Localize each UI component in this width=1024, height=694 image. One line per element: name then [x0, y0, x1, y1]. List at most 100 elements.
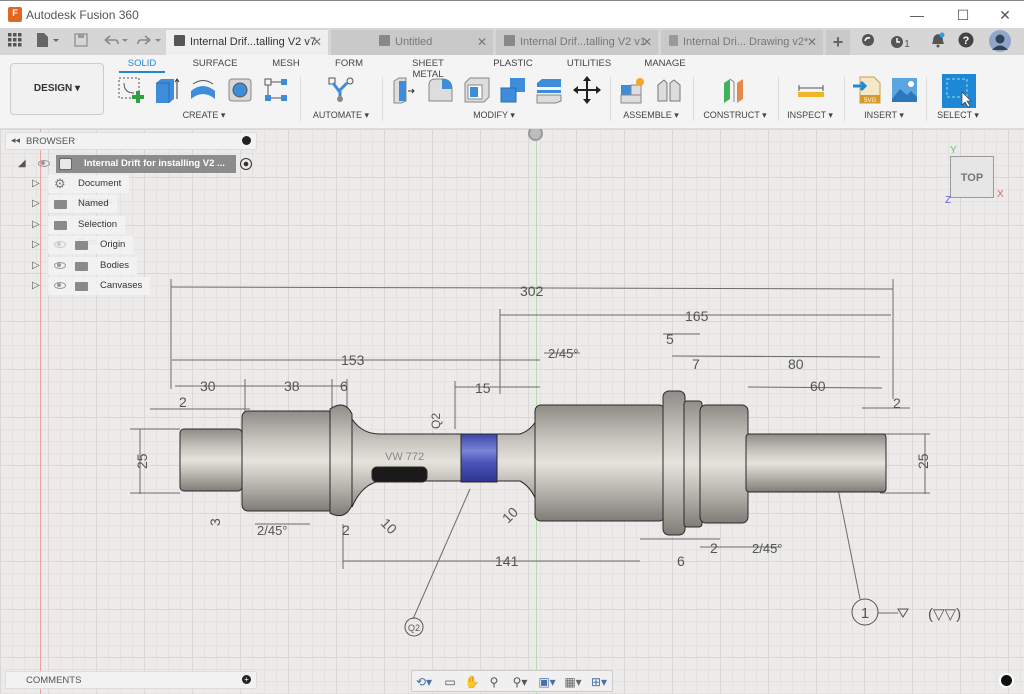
- expand-icon[interactable]: ▷: [32, 175, 40, 193]
- navigation-bar: ⟲▾ ▭ ✋ ⚲ ⚲▾ ▣▾ ▦▾ ⊞▾: [411, 670, 613, 692]
- app-title: Autodesk Fusion 360: [26, 8, 139, 22]
- visibility-eye-icon[interactable]: [38, 160, 50, 167]
- shaft-left-bearing: [241, 410, 335, 512]
- look-at-icon[interactable]: ▭: [440, 674, 460, 690]
- comments-panel[interactable]: COMMENTS +: [5, 671, 257, 689]
- tab-label: Untitled: [395, 36, 433, 48]
- select-menu[interactable]: SELECT ▾: [930, 110, 986, 121]
- viewcube[interactable]: TOP: [950, 156, 994, 198]
- inspect-menu[interactable]: INSPECT ▾: [784, 110, 836, 121]
- split-body-icon[interactable]: [534, 75, 564, 105]
- new-tab-button[interactable]: +: [826, 30, 850, 55]
- revolve-icon[interactable]: [188, 75, 218, 105]
- browser-panel-header[interactable]: ◂◂ BROWSER: [5, 132, 257, 150]
- document-tab[interactable]: Internal Dri... Drawing v2* ✕: [661, 30, 823, 55]
- close-tab-icon[interactable]: ✕: [477, 30, 487, 55]
- pan-icon[interactable]: ✋: [462, 674, 482, 690]
- component-icon: [379, 35, 390, 46]
- tab-utilities[interactable]: UTILITIES: [564, 58, 614, 69]
- grid-settings-icon[interactable]: ▦▾: [560, 674, 586, 690]
- fillet-icon[interactable]: [426, 75, 456, 105]
- document-tab-active[interactable]: Internal Drif...talling V2 v7 ✕: [166, 30, 328, 55]
- help-icon[interactable]: ?: [956, 32, 976, 52]
- visibility-eye-icon[interactable]: [54, 262, 66, 269]
- construct-menu[interactable]: CONSTRUCT ▾: [698, 110, 772, 121]
- insert-svg-icon[interactable]: SVG: [852, 75, 882, 105]
- tab-mesh[interactable]: MESH: [268, 58, 304, 69]
- expand-root-icon[interactable]: ◢: [18, 155, 26, 173]
- assemble-menu[interactable]: ASSEMBLE ▾: [616, 110, 686, 121]
- apps-grid-icon[interactable]: [6, 32, 24, 52]
- combine-icon[interactable]: [498, 75, 528, 105]
- new-component-icon[interactable]: [618, 75, 648, 105]
- data-panel-refresh-icon[interactable]: [858, 32, 878, 52]
- user-avatar[interactable]: [988, 30, 1012, 52]
- shell-icon[interactable]: [462, 75, 492, 105]
- tab-plastic[interactable]: PLASTIC: [490, 58, 536, 69]
- save-icon[interactable]: [72, 32, 90, 52]
- leader-q2: [412, 488, 471, 620]
- activate-component-icon[interactable]: [240, 158, 252, 170]
- fit-icon[interactable]: ⚲▾: [506, 674, 534, 690]
- joint-icon[interactable]: [654, 75, 684, 105]
- create-sketch-icon[interactable]: [116, 75, 146, 105]
- close-tab-icon[interactable]: ✕: [642, 30, 652, 55]
- folder-icon: [75, 282, 88, 291]
- job-status-icon[interactable]: 1: [886, 32, 914, 52]
- extrude-icon[interactable]: [152, 75, 182, 105]
- viewports-icon[interactable]: ⊞▾: [586, 674, 612, 690]
- undo-icon[interactable]: [100, 32, 130, 52]
- visibility-hidden-icon[interactable]: [54, 241, 66, 248]
- viewcube-y-label: Y: [950, 145, 957, 156]
- tab-solid[interactable]: SOLID: [118, 58, 166, 69]
- add-comment-icon[interactable]: +: [242, 675, 251, 684]
- notifications-icon[interactable]: [928, 32, 948, 52]
- dim-5: 5: [666, 331, 674, 347]
- expand-icon[interactable]: ▷: [32, 277, 40, 295]
- tab-label: Internal Dri... Drawing v2*: [683, 36, 809, 48]
- expand-icon[interactable]: ▷: [32, 195, 40, 213]
- pattern-icon[interactable]: [262, 75, 292, 105]
- document-tab[interactable]: Untitled ✕: [331, 30, 493, 55]
- expand-icon[interactable]: ▷: [32, 236, 40, 254]
- expand-icon[interactable]: ▷: [32, 257, 40, 275]
- shaft-flange: [662, 390, 686, 536]
- maximize-button[interactable]: ☐: [948, 5, 978, 25]
- insert-canvas-icon[interactable]: [890, 75, 920, 105]
- dim-30: 30: [200, 378, 216, 394]
- tab-form[interactable]: FORM: [330, 58, 368, 69]
- close-window-button[interactable]: ✕: [990, 5, 1020, 25]
- offset-plane-icon[interactable]: [720, 75, 750, 105]
- automate-menu[interactable]: AUTOMATE ▾: [306, 110, 376, 121]
- visibility-eye-icon[interactable]: [54, 282, 66, 289]
- minimize-button[interactable]: —: [902, 5, 932, 25]
- measure-icon[interactable]: [796, 75, 826, 105]
- automate-icon[interactable]: [326, 75, 356, 105]
- browser-options-icon[interactable]: [242, 136, 251, 145]
- orbit-icon[interactable]: ⟲▾: [414, 674, 434, 690]
- file-menu-icon[interactable]: [34, 32, 62, 52]
- select-icon[interactable]: [942, 74, 976, 108]
- leader-1: [835, 478, 861, 600]
- zoom-icon[interactable]: ⚲: [484, 674, 504, 690]
- redo-icon[interactable]: [134, 32, 164, 52]
- workspace-switcher[interactable]: DESIGN ▾: [10, 63, 104, 115]
- performance-indicator-icon[interactable]: [999, 673, 1014, 688]
- expand-icon[interactable]: ▷: [32, 216, 40, 234]
- collapse-browser-icon[interactable]: ◂◂: [11, 135, 20, 146]
- dim-153: 153: [341, 352, 365, 368]
- display-settings-icon[interactable]: ▣▾: [534, 674, 560, 690]
- tab-surface[interactable]: SURFACE: [188, 58, 242, 69]
- insert-menu[interactable]: INSERT ▾: [856, 110, 912, 121]
- close-tab-icon[interactable]: ✕: [807, 30, 817, 55]
- close-tab-icon[interactable]: ✕: [312, 30, 322, 55]
- document-tab[interactable]: Internal Drif...talling V2 v1 ✕: [496, 30, 658, 55]
- hole-icon[interactable]: [226, 75, 256, 105]
- viewport-canvas[interactable]: 302 165 153 30 38 6 15 2 2/45° 5 7 80 60…: [0, 129, 1024, 694]
- move-copy-icon[interactable]: [572, 75, 602, 105]
- create-menu[interactable]: CREATE ▾: [170, 110, 238, 121]
- modify-menu[interactable]: MODIFY ▾: [462, 110, 526, 121]
- root-component-label: Internal Drift for installing V2 ...: [56, 155, 236, 173]
- press-pull-icon[interactable]: [390, 75, 420, 105]
- tab-manage[interactable]: MANAGE: [640, 58, 690, 69]
